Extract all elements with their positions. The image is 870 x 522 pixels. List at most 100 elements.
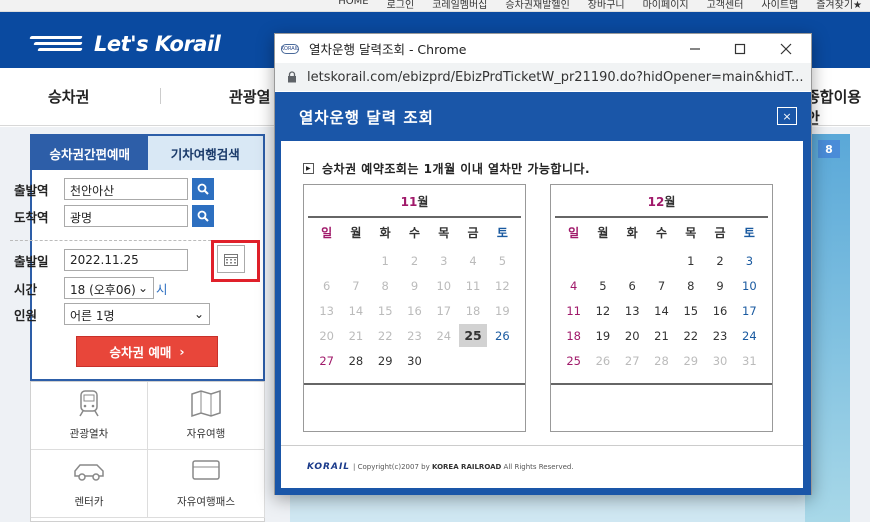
day-cell[interactable]: 8 [676, 273, 705, 298]
lock-icon[interactable] [287, 71, 297, 83]
day-cell[interactable]: 4 [559, 273, 588, 298]
day-grid: 1 2 3 4 5 6 7 8 9 10 11 12 13 14 15 16 17 18 19 20 21 22 23 24 2… [312, 248, 517, 373]
chevron-right-icon: › [179, 344, 185, 359]
arrive-row: 도착역 광명 [14, 205, 214, 227]
utility-link[interactable]: 마이페이지 [643, 0, 689, 11]
people-select[interactable]: 어른 1명 ⌄ [64, 303, 210, 325]
day-cell[interactable]: 10 [735, 273, 764, 298]
depart-label: 출발역 [14, 182, 49, 198]
quick-item-rental-car[interactable]: 렌터카 [31, 450, 148, 518]
day-cell[interactable]: 13 [618, 298, 647, 323]
arrive-station-input[interactable]: 광명 [64, 205, 188, 227]
address-bar[interactable]: letskorail.com/ebizprd/EbizPrdTicketW_pr… [275, 63, 811, 91]
day-cell[interactable]: 17 [735, 298, 764, 323]
dialog-close-button[interactable]: × [777, 107, 797, 125]
utility-link[interactable]: 승차권재발헬인 [505, 0, 569, 11]
copyright-text: | Copyright(c)2007 by KOREA RAILROAD All… [353, 463, 574, 471]
day-cell: 17 [436, 303, 452, 318]
site-logo[interactable]: Let's Korail [29, 32, 221, 56]
book-ticket-button[interactable]: 승차권 예매 › [76, 336, 218, 367]
logo-text: Let's Korail [94, 32, 221, 56]
bullet-arrow-icon: ▶ [303, 163, 314, 174]
day-cell: 10 [436, 278, 452, 293]
minimize-button[interactable] [673, 34, 717, 63]
tab-quick-booking[interactable]: 승차권간편예매 [32, 136, 148, 170]
day-cell[interactable]: 14 [647, 298, 676, 323]
day-cell[interactable]: 23 [705, 323, 734, 348]
time-select[interactable]: 18 (오후06) ⌄ [64, 277, 154, 299]
day-cell: 2 [410, 253, 419, 268]
day-cell[interactable]: 21 [647, 323, 676, 348]
maximize-icon [734, 43, 746, 54]
day-cell[interactable]: 3 [735, 248, 764, 273]
depart-search-button[interactable] [192, 178, 214, 200]
day-cell[interactable]: 30 [400, 348, 429, 373]
day-cell[interactable]: 26 [488, 323, 517, 348]
dialog-title: 열차운행 달력 조회 [299, 109, 434, 127]
empty-day-cell [647, 248, 676, 273]
day-cell[interactable]: 5 [588, 273, 617, 298]
nav-item-ticket[interactable]: 승차권 [48, 86, 89, 107]
arrive-search-button[interactable] [192, 205, 214, 227]
quick-item-travel-pass[interactable]: 자유여행패스 [148, 450, 265, 518]
day-cell: 6 [322, 278, 331, 293]
day-cell[interactable]: 24 [735, 323, 764, 348]
window-title: 열차운행 달력조회 - Chrome [309, 42, 467, 57]
depart-station-input[interactable]: 천안아산 [64, 178, 188, 200]
weekday-label: 일 [321, 226, 333, 240]
day-cell[interactable]: 7 [647, 273, 676, 298]
window-close-button[interactable] [764, 34, 808, 63]
nav-item-guide[interactable]: 종합이용안 [806, 86, 870, 128]
utility-link[interactable]: 코레일멤버십 [432, 0, 487, 11]
quick-item-label: 자유여행패스 [177, 496, 235, 508]
day-cell[interactable]: 22 [676, 323, 705, 348]
day-cell[interactable]: 28 [341, 348, 370, 373]
utility-link[interactable]: 로그인 [387, 0, 415, 11]
day-cell[interactable]: 20 [618, 323, 647, 348]
day-cell: 11 [465, 278, 481, 293]
chevron-down-icon: ⌄ [193, 307, 204, 321]
search-icon [197, 183, 209, 195]
tab-trip-search[interactable]: 기차여행검색 [147, 136, 263, 170]
weekday-label: 화 [626, 226, 638, 240]
day-cell: 1 [381, 253, 389, 268]
day-cell[interactable]: 6 [618, 273, 647, 298]
day-cell[interactable]: 2 [705, 248, 734, 273]
day-cell[interactable]: 9 [705, 273, 734, 298]
day-cell[interactable]: 12 [588, 298, 617, 323]
selected-day-cell[interactable]: 25 [459, 324, 487, 347]
day-cell[interactable]: 1 [676, 248, 705, 273]
day-cell: 20 [319, 328, 334, 343]
time-value: 18 (오후06) [70, 283, 136, 297]
day-cell[interactable]: 19 [588, 323, 617, 348]
utility-link[interactable]: HOME [338, 0, 368, 11]
day-cell[interactable]: 29 [371, 348, 400, 373]
url-text: letskorail.com/ebizprd/EbizPrdTicketW_pr… [307, 69, 804, 85]
quick-item-label: 렌터카 [74, 496, 104, 508]
day-cell[interactable]: 15 [676, 298, 705, 323]
banner-page-badge[interactable]: 8 [818, 140, 840, 158]
day-cell[interactable]: 16 [705, 298, 734, 323]
window-titlebar[interactable]: KORAIL 열차운행 달력조회 - Chrome [275, 34, 811, 63]
quick-item-tour-train[interactable]: 관광열차 [31, 382, 148, 450]
korail-favicon-icon: KORAIL [281, 43, 299, 54]
day-cell[interactable]: 18 [559, 323, 588, 348]
date-input[interactable]: 2022.11.25 [64, 249, 188, 271]
utility-link[interactable]: 장바구니 [588, 0, 625, 11]
day-cell[interactable]: 27 [312, 348, 341, 373]
utility-link[interactable]: 즐겨찾기★ [816, 0, 862, 11]
highlight-annotation-box [211, 240, 260, 282]
utility-link[interactable]: 고객센터 [707, 0, 744, 11]
day-cell: 26 [595, 353, 611, 368]
day-cell: 29 [683, 353, 699, 368]
day-cell: 28 [654, 353, 669, 368]
day-cell[interactable]: 11 [559, 298, 588, 323]
quick-item-free-travel[interactable]: 자유여행 [148, 382, 265, 450]
nav-item-tour-train[interactable]: 관광열 [229, 86, 270, 107]
utility-link[interactable]: 사이트맵 [761, 0, 798, 11]
day-cell: 13 [319, 303, 334, 318]
quick-item-label: 관광열차 [69, 428, 109, 440]
maximize-button[interactable] [718, 34, 762, 63]
arrive-label: 도착역 [14, 209, 49, 225]
day-cell[interactable]: 25 [559, 348, 588, 373]
